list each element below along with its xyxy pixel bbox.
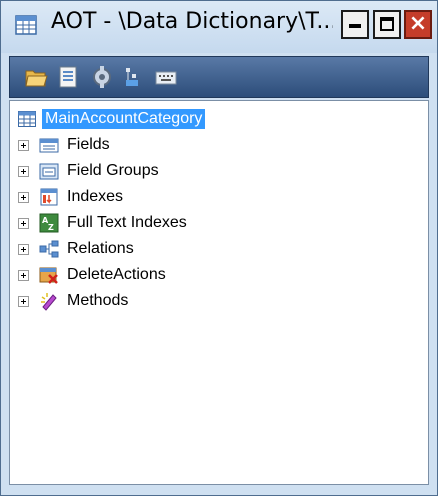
close-icon: × <box>408 11 428 36</box>
minimize-icon <box>349 24 361 28</box>
table-icon <box>15 15 37 35</box>
methods-icon <box>41 293 57 311</box>
tree-node-label: Field Groups <box>67 162 159 179</box>
minimize-button[interactable] <box>341 10 369 39</box>
tree-node-fields[interactable]: Fields <box>18 134 110 156</box>
tree-node-delete-actions[interactable]: DeleteActions <box>18 264 166 286</box>
tree-node-methods[interactable]: Methods <box>18 290 128 312</box>
indexes-icon <box>40 188 58 206</box>
close-button[interactable]: × <box>404 10 432 39</box>
aot-tree: MainAccountCategory Fields Field Groups <box>9 100 429 485</box>
svg-text:Z: Z <box>48 223 54 232</box>
title-bar[interactable]: AOT - \Data Dictionary\T... × <box>1 1 437 53</box>
expand-icon[interactable] <box>18 295 29 307</box>
expand-icon[interactable] <box>18 217 29 229</box>
tree-node-label: Fields <box>67 136 110 153</box>
tree-root[interactable]: MainAccountCategory <box>18 108 206 130</box>
tree-node-label: Full Text Indexes <box>67 214 187 231</box>
tree-root-label: MainAccountCategory <box>42 109 206 129</box>
field-groups-icon <box>39 163 59 180</box>
tree-node-field-groups[interactable]: Field Groups <box>18 160 159 182</box>
tree-node-relations[interactable]: Relations <box>18 238 134 260</box>
full-text-indexes-icon: A Z <box>39 213 59 233</box>
find-icon[interactable] <box>122 65 146 89</box>
table-icon <box>18 111 36 127</box>
fields-icon <box>39 138 59 153</box>
open-icon[interactable] <box>24 65 48 89</box>
relations-icon <box>39 240 59 258</box>
window-title: AOT - \Data Dictionary\T... <box>51 9 333 34</box>
tree-node-label: Methods <box>67 292 129 309</box>
expand-icon[interactable] <box>18 191 29 203</box>
tree-node-label: Indexes <box>67 188 124 205</box>
aot-window: AOT - \Data Dictionary\T... × MainAccoun… <box>0 0 438 496</box>
maximize-button[interactable] <box>373 10 401 39</box>
toolbar <box>9 56 429 98</box>
maximize-icon <box>380 17 394 31</box>
compile-icon[interactable] <box>90 65 114 89</box>
tree-node-label: DeleteActions <box>67 266 166 283</box>
keyboard-icon[interactable] <box>154 65 178 89</box>
expand-icon[interactable] <box>18 269 29 281</box>
expand-icon[interactable] <box>18 165 29 177</box>
expand-icon[interactable] <box>18 139 29 151</box>
tree-node-indexes[interactable]: Indexes <box>18 186 123 208</box>
expand-icon[interactable] <box>18 243 29 255</box>
tree-node-label: Relations <box>67 240 134 257</box>
delete-actions-icon <box>39 267 58 284</box>
tree-node-full-text-indexes[interactable]: A Z Full Text Indexes <box>18 212 187 234</box>
properties-icon[interactable] <box>56 65 80 89</box>
